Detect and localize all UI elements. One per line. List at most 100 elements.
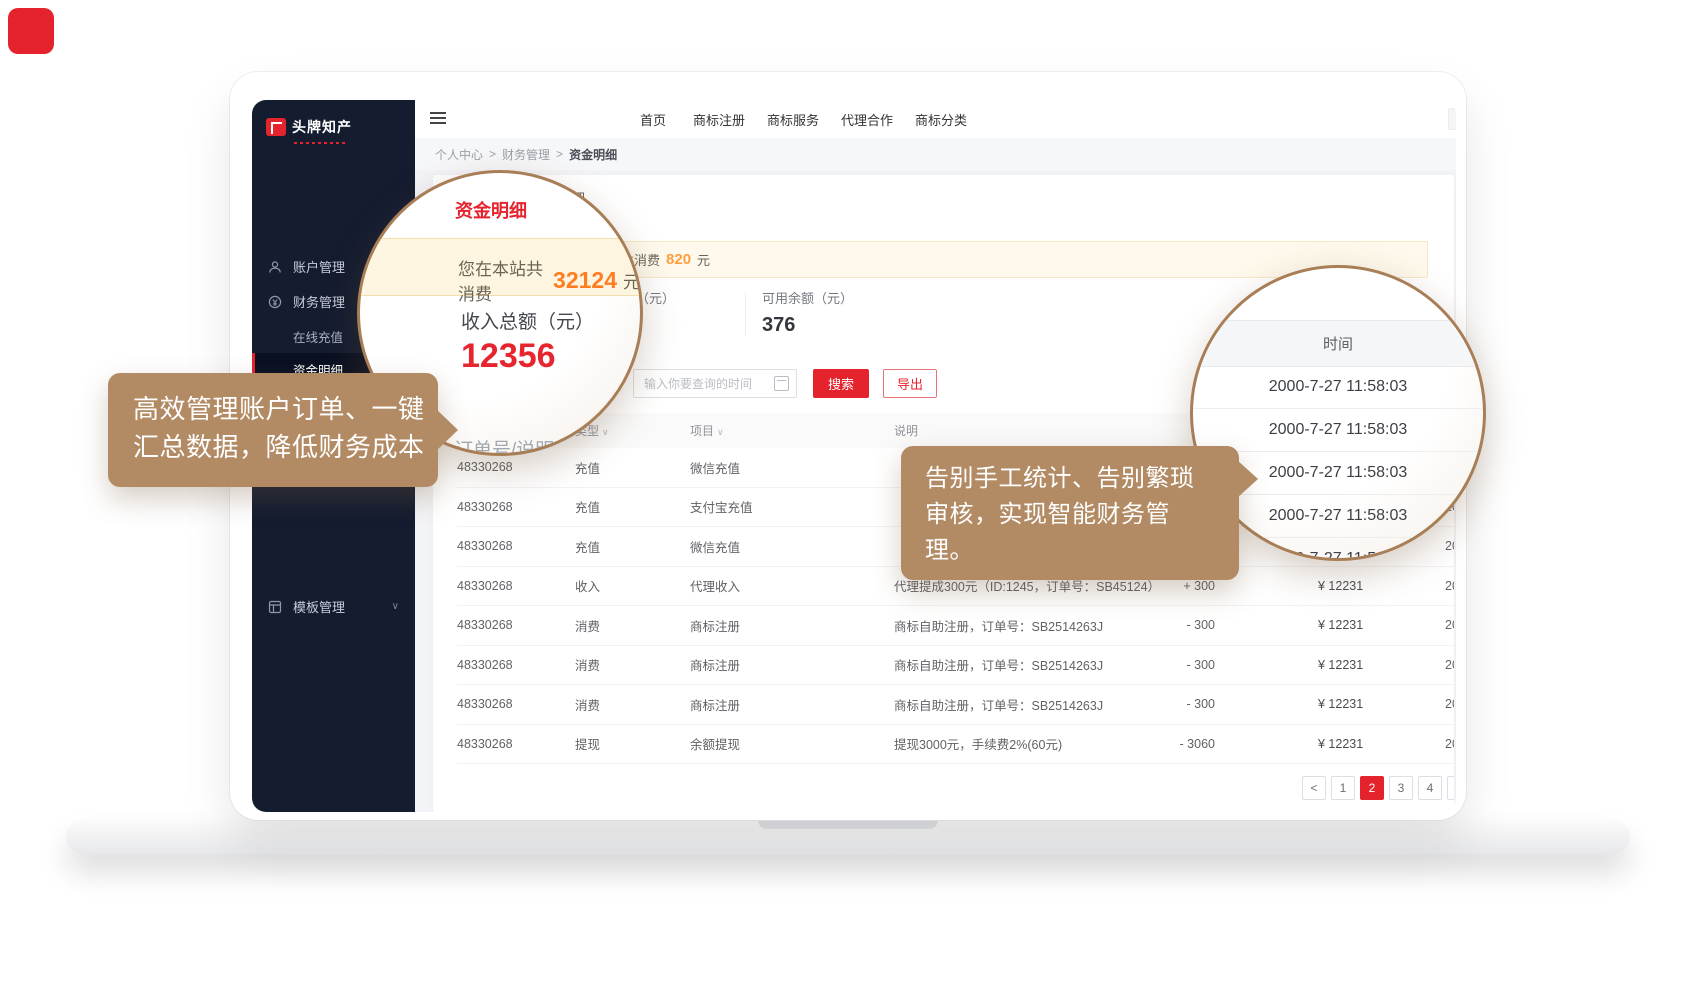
cell-type: 消费 xyxy=(575,616,690,635)
pagination-page-5[interactable]: 5 xyxy=(1447,776,1454,800)
pagination-page-2-active[interactable]: 2 xyxy=(1360,776,1384,800)
tooltip-left: 高效管理账户订单、一键 汇总数据，降低财务成本 xyxy=(108,373,438,487)
pagination: < 1 2 3 4 5 xyxy=(1302,776,1454,800)
breadcrumb-current: 资金明细 xyxy=(569,146,617,163)
tooltip-line: 汇总数据，降低财务成本 xyxy=(133,428,425,466)
calendar-icon[interactable] xyxy=(774,376,789,391)
cell-amount: + 300 xyxy=(1160,579,1300,593)
breadcrumb-item[interactable]: 个人中心 xyxy=(435,146,483,163)
cell-balance: ¥ 12231 xyxy=(1300,697,1410,711)
magnified-stat-label: 收入总额（元） xyxy=(461,307,594,334)
magnified-tab-label: 资金明细 xyxy=(455,197,527,223)
brand-color-chip xyxy=(8,8,54,54)
tooltip-line: 审核，实现智能财务管 xyxy=(925,497,1195,533)
cell-desc: 商标自助注册，订单号：SB2514263J xyxy=(894,655,1160,674)
logo-mark-icon xyxy=(266,118,286,136)
nav-item-home[interactable]: 首页 xyxy=(640,100,666,138)
cell-order: 48330268 xyxy=(457,697,575,711)
cell-amount: - 300 xyxy=(1160,658,1300,672)
col-item[interactable]: 项目∨ xyxy=(690,422,894,439)
col-label: 项目 xyxy=(690,424,714,438)
export-button[interactable]: 导出 xyxy=(883,369,937,398)
cell-time: 2000-7-27 11:58:03 xyxy=(1410,697,1454,711)
breadcrumb-separator: > xyxy=(556,147,563,161)
cell-order: 48330268 xyxy=(457,658,575,672)
magnified-banner-amount: 32124 xyxy=(553,267,617,294)
marketing-canvas: 头牌知产 账户管理 ∨ 财务管理 ∧ 在线充值 xyxy=(0,0,1696,1002)
magnified-stat-value: 12356 xyxy=(461,337,556,376)
cell-type: 提现 xyxy=(575,734,690,753)
tooltip-right: 告别手工统计、告别繁琐 审核，实现智能财务管 理。 xyxy=(901,446,1239,580)
template-icon xyxy=(268,600,282,614)
cell-type: 充值 xyxy=(575,497,690,516)
tooltip-line: 高效管理账户订单、一键 xyxy=(133,390,425,428)
finance-icon xyxy=(268,295,282,309)
cell-balance: ¥ 12231 xyxy=(1300,658,1410,672)
table-row: 48330268消费商标注册商标自助注册，订单号：SB2514263J- 300… xyxy=(457,646,1454,686)
cell-balance: ¥ 12231 xyxy=(1300,737,1410,751)
cell-item: 商标注册 xyxy=(690,695,894,714)
cell-order: 48330268 xyxy=(457,737,575,751)
tooltip-line: 理。 xyxy=(925,533,1195,569)
cell-order: 48330268 xyxy=(457,579,575,593)
chevron-down-icon: ∨ xyxy=(392,601,399,612)
laptop-base-notch xyxy=(758,820,938,829)
trademark-search-input[interactable] xyxy=(1448,108,1456,130)
sidebar-item-templates[interactable]: 模板管理 ∨ xyxy=(252,590,415,623)
cell-time: 2000-7-27 11:58:03 xyxy=(1410,579,1454,593)
nav-item-trademark-service[interactable]: 商标服务 xyxy=(767,100,819,138)
tooltip-line: 告别手工统计、告别繁琐 xyxy=(925,461,1195,497)
breadcrumb-separator: > xyxy=(489,147,496,161)
logo[interactable]: 头牌知产 xyxy=(266,112,406,142)
cell-order: 48330268 xyxy=(457,460,575,474)
cell-desc: 提现3000元，手续费2%(60元) xyxy=(894,734,1160,753)
user-icon xyxy=(268,260,282,274)
cell-item: 商标注册 xyxy=(690,616,894,635)
cell-type: 充值 xyxy=(575,458,690,477)
banner-amount: 820 xyxy=(666,251,691,268)
pagination-page-1[interactable]: 1 xyxy=(1331,776,1355,800)
nav-item-agency[interactable]: 代理合作 xyxy=(841,100,893,138)
logo-tagline xyxy=(294,142,346,144)
sidebar-item-label: 财务管理 xyxy=(293,292,345,311)
search-button[interactable]: 搜索 xyxy=(813,369,869,398)
breadcrumb-item[interactable]: 财务管理 xyxy=(502,146,550,163)
cell-time: 2000-7-27 11:58:03 xyxy=(1410,618,1454,632)
cell-type: 充值 xyxy=(575,537,690,556)
sidebar-sub-label: 在线充值 xyxy=(293,327,343,346)
tooltip-arrow xyxy=(1237,460,1258,498)
pagination-page-4[interactable]: 4 xyxy=(1418,776,1442,800)
logo-text: 头牌知产 xyxy=(292,117,352,137)
cell-item: 商标注册 xyxy=(690,655,894,674)
table-row: 48330268消费商标注册商标自助注册，订单号：SB2514263J- 300… xyxy=(457,606,1454,646)
magnified-banner-text: 您在本站共消费 32124 元 xyxy=(458,255,640,305)
magnified-time-header: 时间 xyxy=(1193,320,1483,367)
date-query-input[interactable] xyxy=(633,369,797,398)
cell-amount: - 300 xyxy=(1160,697,1300,711)
pagination-page-3[interactable]: 3 xyxy=(1389,776,1413,800)
top-navbar: 首页 商标注册 商标服务 代理合作 商标分类 xyxy=(415,100,1456,139)
tooltip-arrow xyxy=(436,409,458,451)
cell-item: 微信充值 xyxy=(690,458,894,477)
magnified-time-row: 2000-7-27 11:58:03 xyxy=(1193,408,1483,452)
cell-time: 2000-7-27 11:58:03 xyxy=(1410,658,1454,672)
cell-time: 2000-7-27 11:58:03 xyxy=(1410,737,1454,751)
cell-amount: - 300 xyxy=(1160,618,1300,632)
magnified-time-row: 2000-7-27 11:58:03 xyxy=(1193,365,1483,409)
cell-item: 余额提现 xyxy=(690,734,894,753)
nav-item-trademark-category[interactable]: 商标分类 xyxy=(915,100,967,138)
cell-order: 48330268 xyxy=(457,500,575,514)
sort-icon: ∨ xyxy=(717,427,724,437)
breadcrumb: 个人中心 > 财务管理 > 资金明细 xyxy=(435,138,617,170)
table-row: 48330268提现余额提现提现3000元，手续费2%(60元)- 3060¥ … xyxy=(457,725,1454,765)
table-row: 48330268消费商标注册商标自助注册，订单号：SB2514263J- 300… xyxy=(457,685,1454,725)
breadcrumb-bar: 个人中心 > 财务管理 > 资金明细 xyxy=(415,138,1456,170)
cell-balance: ¥ 12231 xyxy=(1300,579,1410,593)
stat-value: 376 xyxy=(762,314,853,337)
magnified-banner-prefix: 您在本站共消费 xyxy=(458,255,547,305)
pagination-prev[interactable]: < xyxy=(1302,776,1326,800)
banner-suffix: 元 xyxy=(697,250,710,269)
sidebar-item-label: 模板管理 xyxy=(293,597,345,616)
nav-item-trademark-register[interactable]: 商标注册 xyxy=(693,100,745,138)
hamburger-menu-icon[interactable] xyxy=(430,112,446,124)
